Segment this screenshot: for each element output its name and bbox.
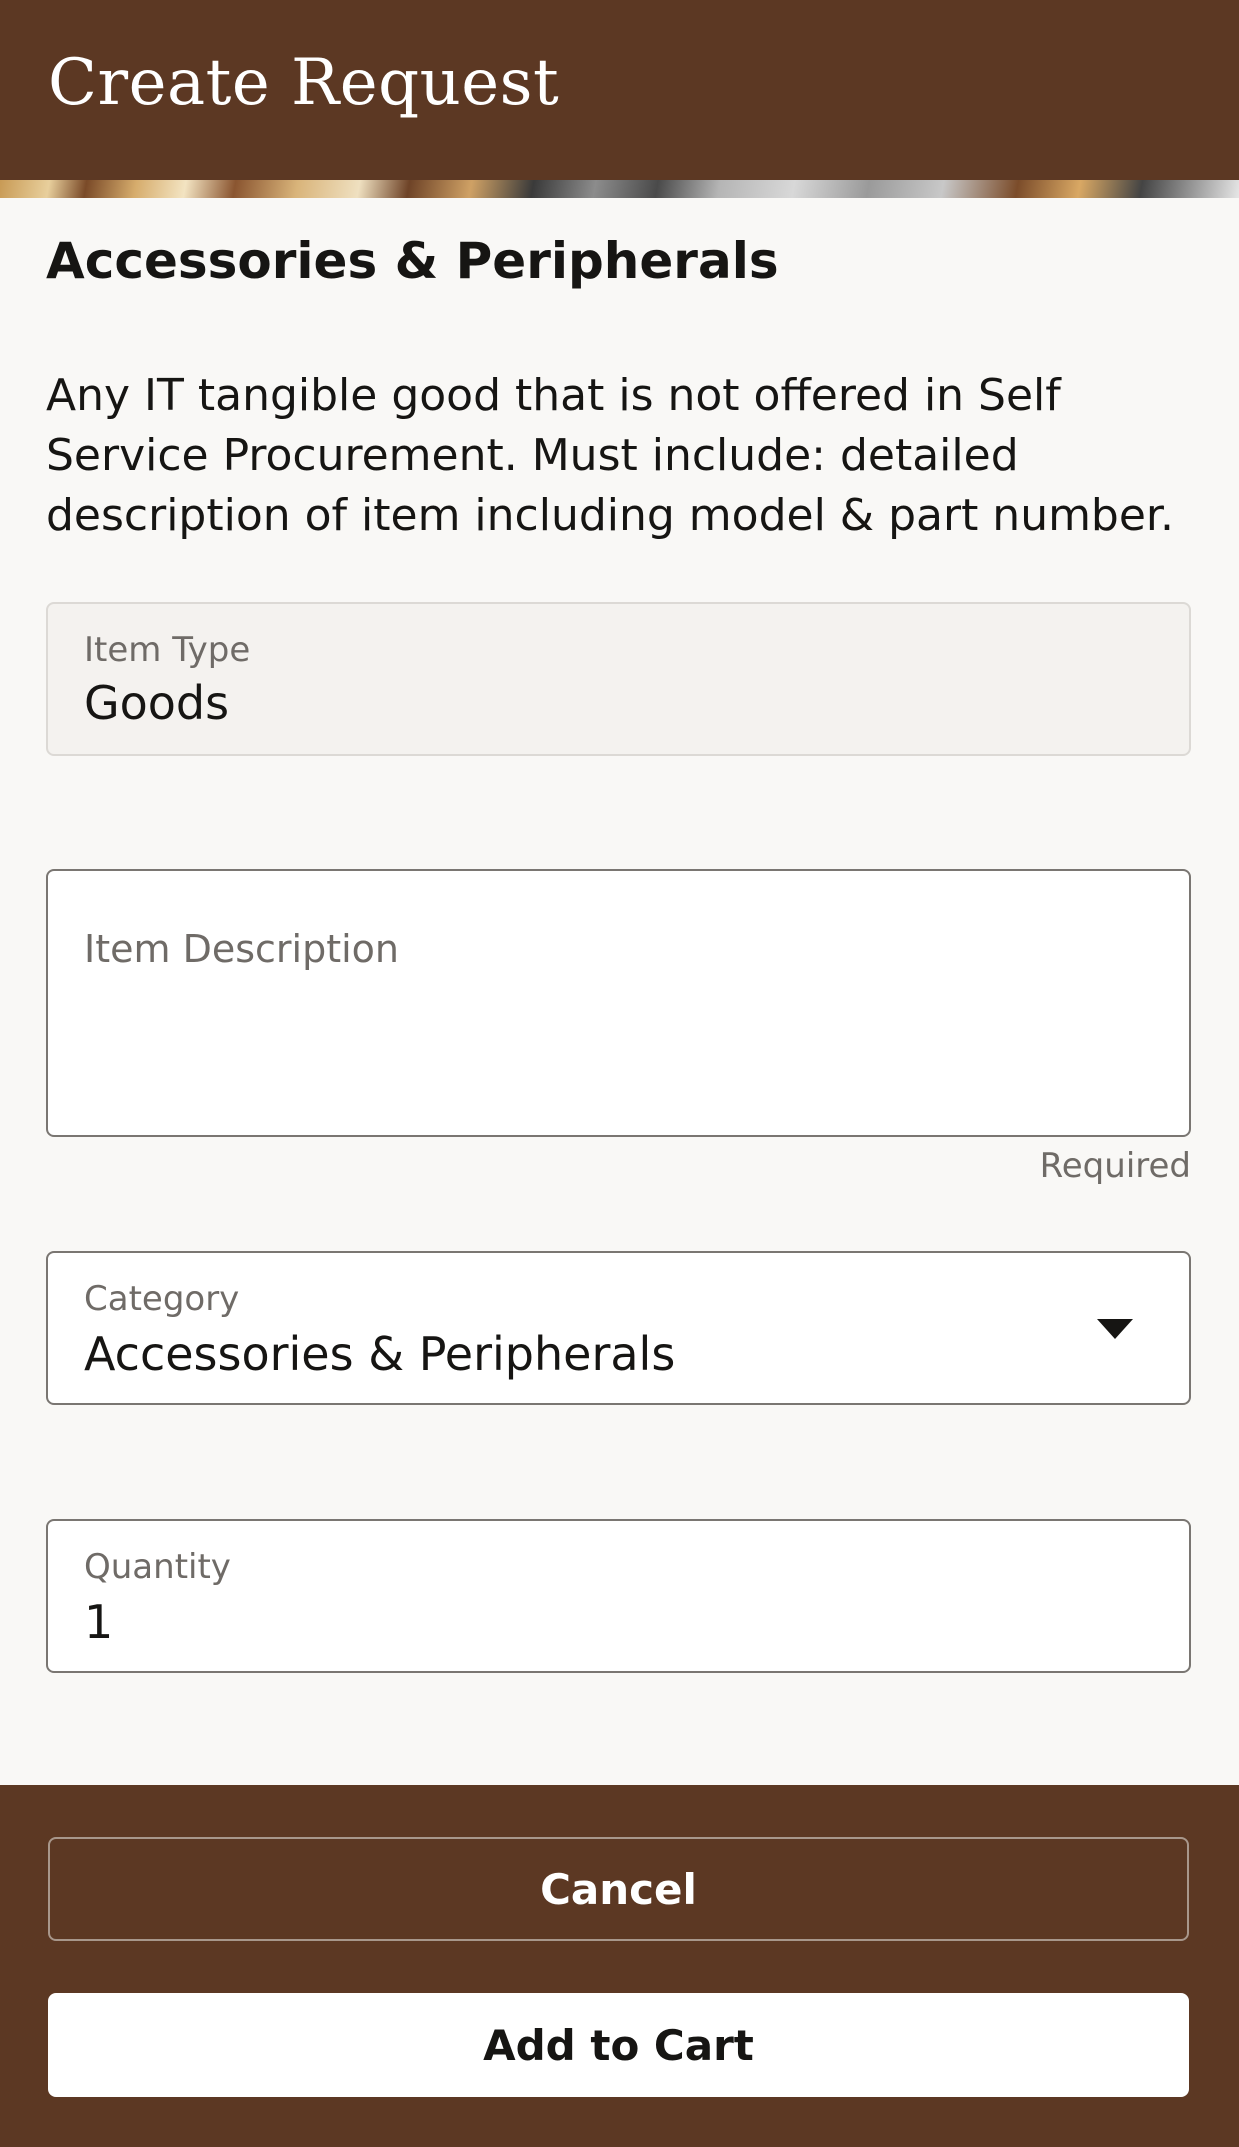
section-title: Accessories & Peripherals <box>46 232 779 290</box>
page-title: Create Request <box>48 46 560 120</box>
chevron-down-icon[interactable] <box>1097 1319 1133 1339</box>
add-to-cart-button[interactable]: Add to Cart <box>48 1993 1189 2097</box>
category-select[interactable]: Category Accessories & Peripherals <box>46 1251 1191 1405</box>
quantity-label: Quantity <box>84 1547 231 1587</box>
section-description: Any IT tangible good that is not offered… <box>46 370 1174 541</box>
action-footer: Cancel Add to Cart <box>0 1785 1239 2147</box>
cancel-button[interactable]: Cancel <box>48 1837 1189 1941</box>
item-type-value: Goods <box>84 676 230 730</box>
category-value: Accessories & Peripherals <box>84 1327 676 1381</box>
quantity-field[interactable]: Quantity 1 <box>46 1519 1191 1673</box>
category-label: Category <box>84 1279 240 1319</box>
decorative-banner <box>0 180 1239 198</box>
item-description-label: Item Description <box>84 927 400 971</box>
app-header: Create Request <box>0 0 1239 180</box>
item-type-label: Item Type <box>84 630 251 670</box>
quantity-value[interactable]: 1 <box>84 1595 113 1649</box>
item-description-field[interactable]: Item Description <box>46 869 1191 1137</box>
item-type-field: Item Type Goods <box>46 602 1191 756</box>
required-helper-text: Required <box>1039 1146 1191 1186</box>
